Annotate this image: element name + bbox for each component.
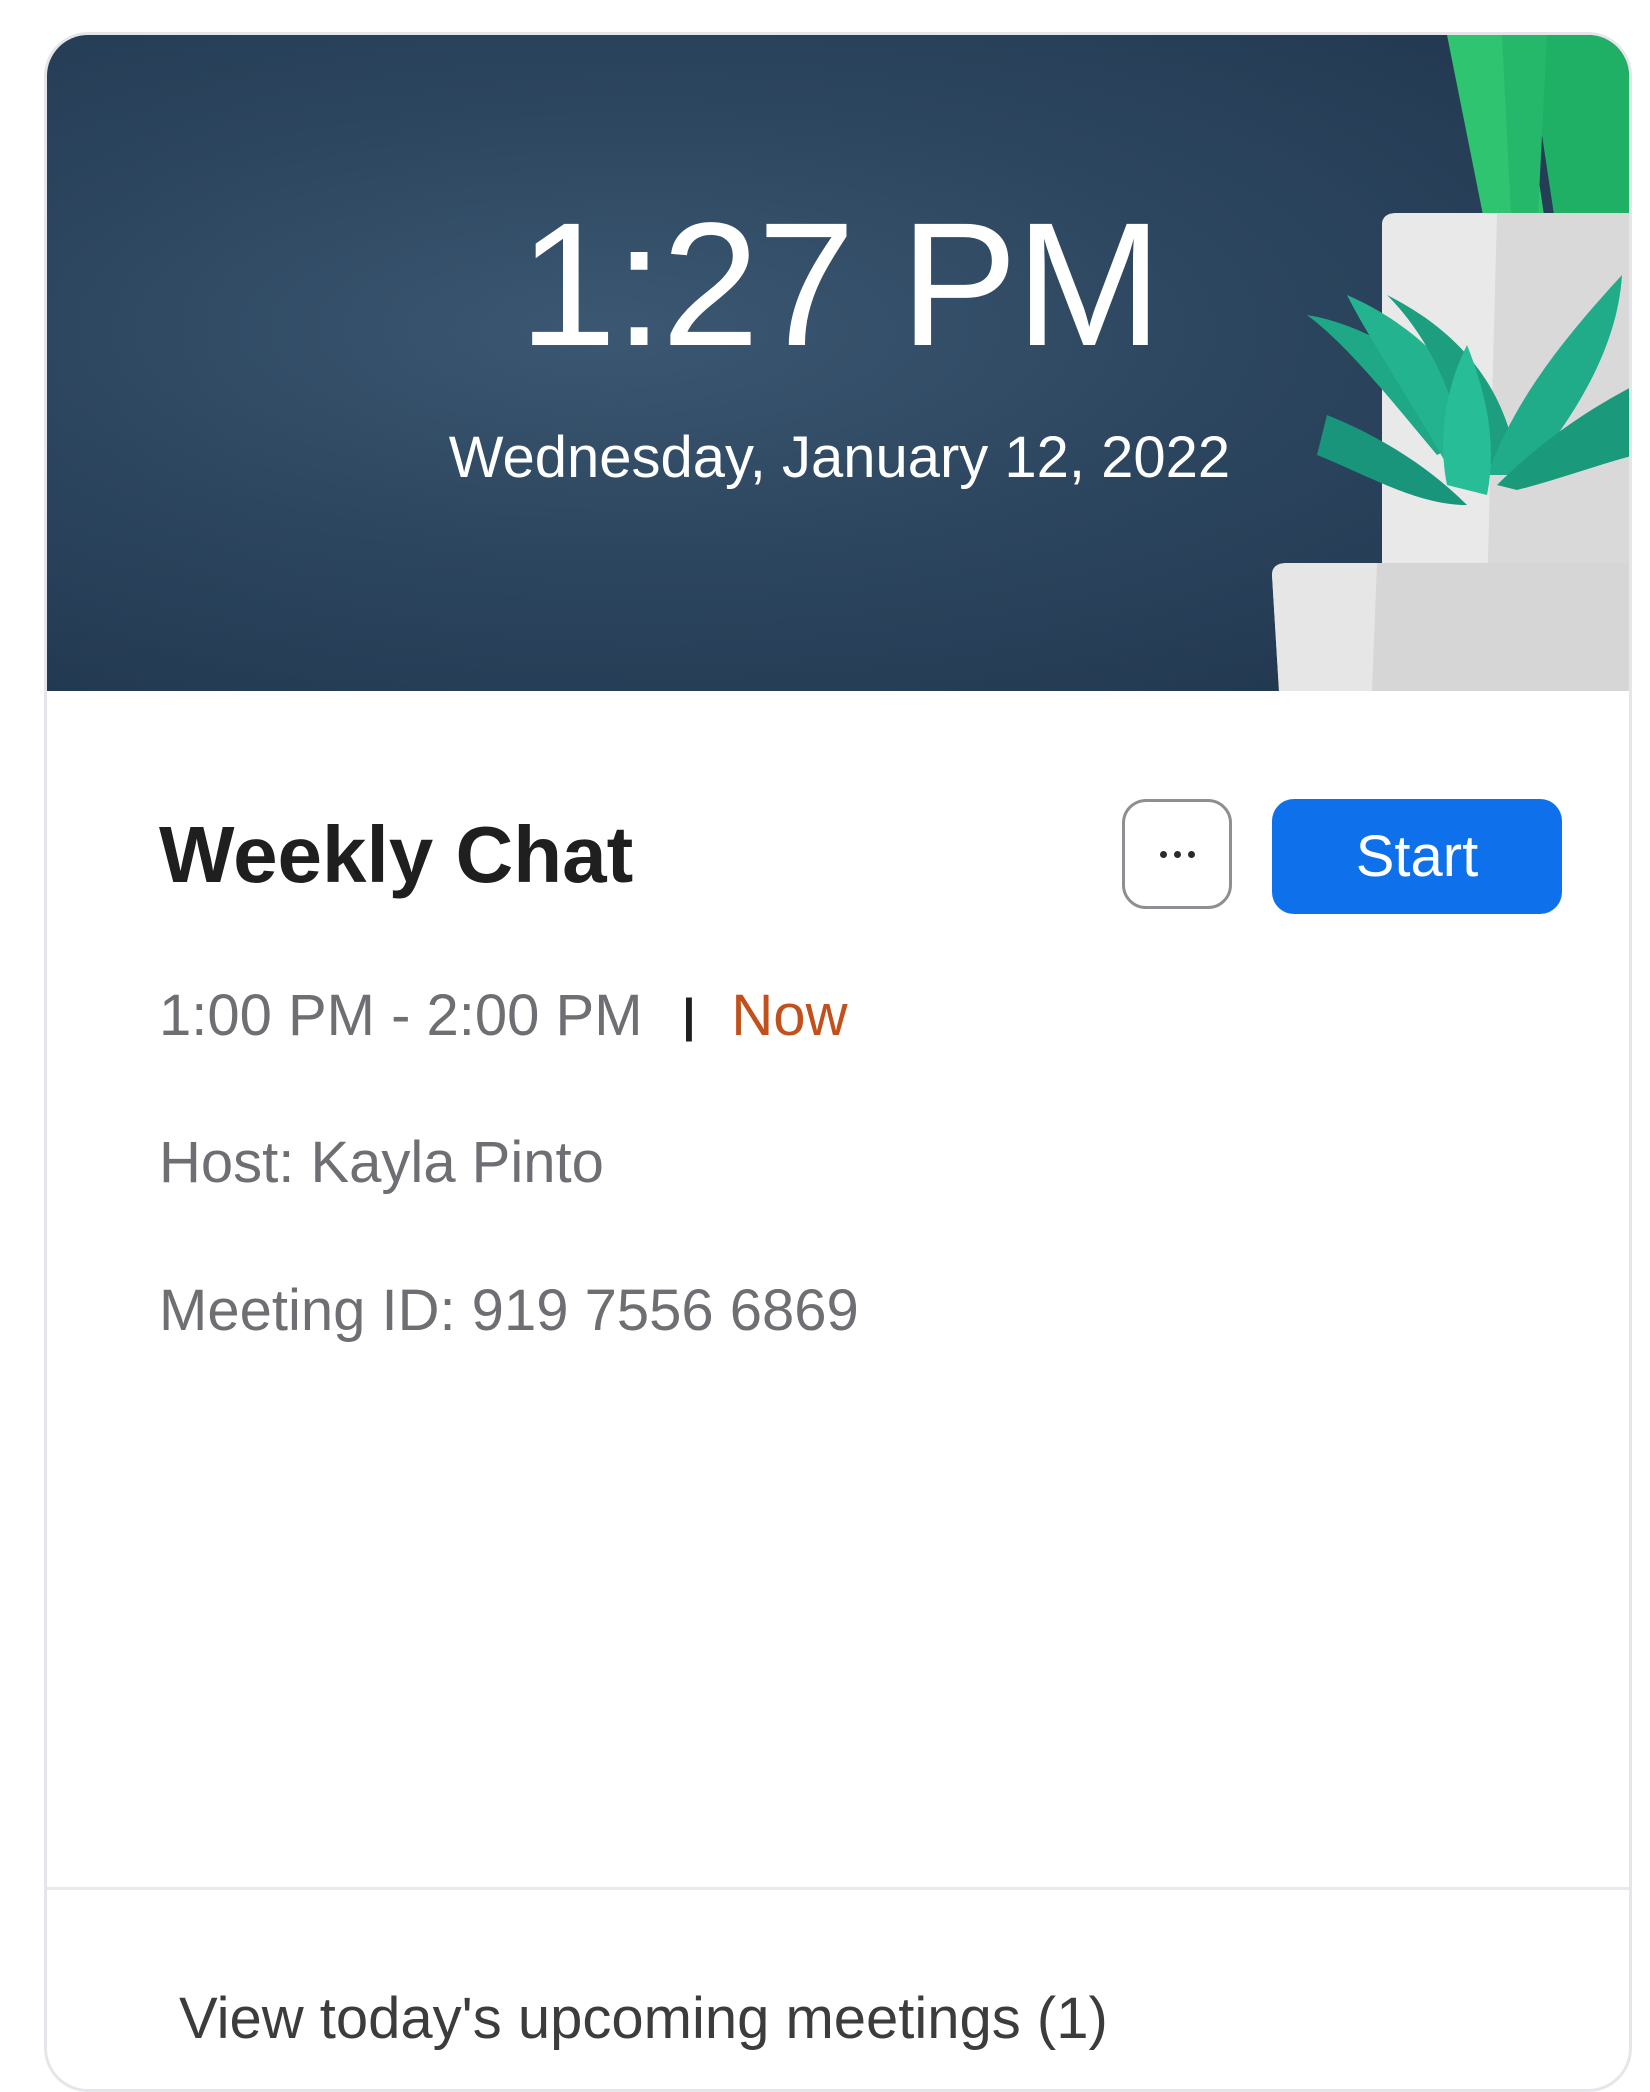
plant-illustration-icon: [1272, 35, 1629, 691]
view-upcoming-meetings-link[interactable]: View today's upcoming meetings (1): [179, 1979, 1108, 2059]
meeting-time-range: 1:00 PM - 2:00 PM: [159, 983, 643, 1048]
separator: |: [682, 989, 696, 1041]
meeting-title: Weekly Chat: [159, 810, 634, 899]
meeting-time-row: 1:00 PM - 2:00 PM | Now: [159, 975, 847, 1056]
meeting-id: Meeting ID: 919 7556 6869: [159, 1278, 859, 1343]
more-options-button[interactable]: [1122, 799, 1232, 909]
clock-header: 1:27 PM Wednesday, January 12, 2022: [47, 35, 1629, 691]
meeting-card: 1:27 PM Wednesday, January 12, 2022 Week…: [44, 32, 1632, 2092]
status-badge: Now: [731, 983, 848, 1048]
meeting-host: Host: Kayla Pinto: [159, 1130, 604, 1195]
start-button[interactable]: Start: [1272, 799, 1562, 914]
ellipsis-icon: [1159, 850, 1195, 858]
divider: [47, 1887, 1629, 1890]
